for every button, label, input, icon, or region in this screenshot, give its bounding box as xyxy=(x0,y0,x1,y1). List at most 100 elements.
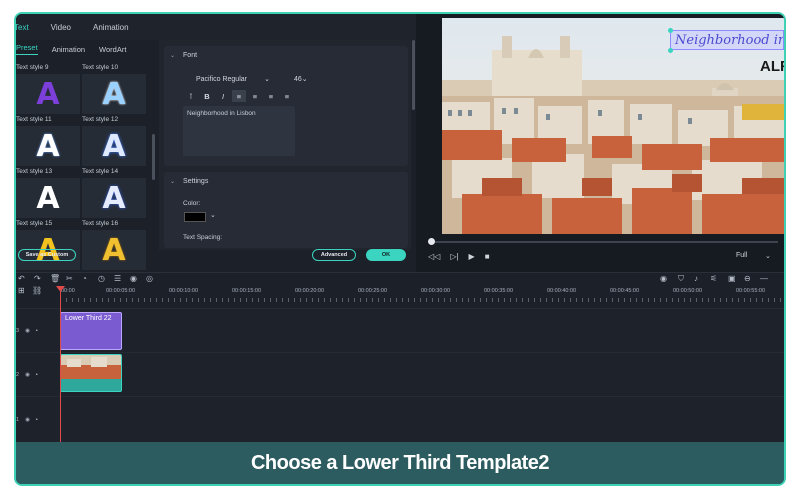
style-glyph: A xyxy=(102,232,126,268)
adjust-icon[interactable]: ☰ xyxy=(114,274,121,283)
eye-icon[interactable]: ◉ xyxy=(25,372,30,378)
align-right-button[interactable]: ≡ xyxy=(264,90,278,102)
tab-video[interactable]: Video xyxy=(51,23,71,32)
style-preview: A xyxy=(16,74,80,114)
subtitle-icon[interactable]: ▣ xyxy=(728,274,736,283)
style-card[interactable]: Text style 15 A xyxy=(16,220,80,270)
style-glyph: A xyxy=(36,76,60,112)
style-label: Text style 14 xyxy=(82,168,119,175)
style-card[interactable]: Text style 13 A xyxy=(16,168,80,218)
rewind-icon[interactable]: ◁◁ xyxy=(428,252,440,261)
track-header: 2 ◉ ▪ xyxy=(16,353,58,396)
color-icon[interactable]: ◉ xyxy=(130,274,137,283)
style-label: Text style 10 xyxy=(82,64,119,71)
track-number: 2 xyxy=(16,371,20,378)
step-back-icon[interactable]: ▷| xyxy=(450,252,458,261)
video-thumbnail xyxy=(61,355,121,379)
playback-controls: ◁◁ ▷| ▶ ■ xyxy=(428,252,500,261)
subtab-wordart[interactable]: WordArt xyxy=(99,45,126,54)
style-label: Text style 9 xyxy=(16,64,49,71)
add-track-icon[interactable]: ⊞ xyxy=(18,286,25,295)
undo-icon[interactable]: ↶ xyxy=(18,274,25,283)
text-case-button[interactable]: ⊺ xyxy=(184,90,198,102)
speed-icon[interactable]: ◔ xyxy=(82,274,87,283)
style-preview: A xyxy=(16,178,80,218)
save-as-custom-button[interactable]: Save as Custom xyxy=(18,249,76,261)
subtab-preset[interactable]: Preset xyxy=(16,43,38,55)
screenshot-frame: Text Video Animation Preset Animation Wo… xyxy=(14,12,786,486)
motion-icon[interactable]: ◎ xyxy=(146,274,153,283)
mic-icon[interactable]: ♪ xyxy=(694,274,698,283)
tab-animation[interactable]: Animation xyxy=(93,23,129,32)
font-size-select[interactable]: 46 ⌄ xyxy=(282,72,312,86)
style-card[interactable]: Text style 10 A xyxy=(82,64,146,114)
italic-button[interactable]: I xyxy=(216,90,230,102)
bold-button[interactable]: B xyxy=(200,90,214,102)
panel-scrollbar[interactable] xyxy=(412,40,415,110)
render-icon[interactable]: ◉ xyxy=(660,274,667,283)
chevron-down-icon: ⌄ xyxy=(170,52,176,59)
settings-section-header[interactable]: ⌄ Settings xyxy=(164,172,408,190)
zoom-select[interactable]: Full xyxy=(736,252,747,259)
redo-icon[interactable]: ↷ xyxy=(34,274,41,283)
mix-icon[interactable]: ⚟ xyxy=(710,274,717,283)
lock-icon[interactable]: ▪ xyxy=(36,328,38,334)
font-row: Pacifico Regular ⌄ 46 ⌄ xyxy=(184,72,312,86)
style-glyph: A xyxy=(102,76,126,112)
tick-label: 00:00:30:00 xyxy=(421,288,451,294)
lock-icon[interactable]: ▪ xyxy=(36,417,38,423)
chevron-down-icon[interactable]: ⌄ xyxy=(210,211,216,219)
track-1[interactable]: 1 ◉ ▪ xyxy=(16,396,784,442)
tab-text[interactable]: Text xyxy=(16,23,29,32)
zoom-out-icon[interactable]: ⊖ xyxy=(744,274,751,283)
style-card[interactable]: Text style 9 A xyxy=(16,64,80,114)
title-clip[interactable]: Lower Third 22 xyxy=(60,312,122,350)
resize-handle[interactable] xyxy=(668,28,673,33)
style-card[interactable]: Text style 14 A xyxy=(82,168,146,218)
progress-knob[interactable] xyxy=(428,238,435,245)
track-number: 3 xyxy=(16,327,20,334)
timer-icon[interactable]: ◷ xyxy=(98,274,105,283)
lock-icon[interactable]: ▪ xyxy=(36,372,38,378)
align-justify-button[interactable]: ≡ xyxy=(280,90,294,102)
style-preview: A xyxy=(82,230,146,270)
chevron-down-icon[interactable]: ⌄ xyxy=(765,252,771,260)
panel-tabs: Text Video Animation xyxy=(16,14,416,40)
track-3[interactable]: 3 ◉ ▪ xyxy=(16,308,784,352)
track-2[interactable]: 2 ◉ ▪ xyxy=(16,352,784,396)
align-left-button[interactable]: ≡ xyxy=(232,90,246,102)
title-overlay[interactable]: Neighborhood in Lisbon xyxy=(670,30,784,50)
advanced-button[interactable]: Advanced xyxy=(312,249,356,261)
align-center-button[interactable]: ≡ xyxy=(248,90,262,102)
style-card[interactable]: Text style 12 A xyxy=(82,116,146,166)
format-toolbar: ⊺ B I ≡ ≡ ≡ ≡ xyxy=(184,90,296,102)
lisbon-cityscape-image xyxy=(442,18,784,234)
stop-icon[interactable]: ■ xyxy=(485,252,490,261)
delete-icon[interactable]: 🗑 xyxy=(50,274,60,283)
sub-tabs: Preset Animation WordArt xyxy=(16,40,166,58)
tick-label: 00:00:55:00 xyxy=(736,288,766,294)
resize-handle[interactable] xyxy=(668,48,673,53)
timeline-ruler[interactable]: ⊞ ⛓ 00:00 00:00:05:00 00:00:10:00 00:00:… xyxy=(16,286,784,304)
play-icon[interactable]: ▶ xyxy=(469,252,475,261)
font-section-header[interactable]: ⌄ Font xyxy=(164,46,408,64)
subtab-animation[interactable]: Animation xyxy=(52,45,85,54)
style-card[interactable]: Text style 11 A xyxy=(16,116,80,166)
video-clip[interactable] xyxy=(60,354,122,392)
track-header: 1 ◉ ▪ xyxy=(16,397,58,442)
eye-icon[interactable]: ◉ xyxy=(25,417,30,423)
style-scrollbar[interactable] xyxy=(152,134,155,180)
text-input[interactable]: Neighborhood in Lisbon xyxy=(183,106,295,156)
link-icon[interactable]: ⛓ xyxy=(32,286,42,295)
eye-icon[interactable]: ◉ xyxy=(25,328,30,334)
font-family-select[interactable]: Pacifico Regular ⌄ xyxy=(184,72,276,86)
color-swatch[interactable] xyxy=(184,212,206,222)
style-preview: A xyxy=(16,126,80,166)
style-card[interactable]: Text style 16 A xyxy=(82,220,146,270)
cut-icon[interactable]: ✂ xyxy=(66,274,73,283)
shield-icon[interactable]: ⛉ xyxy=(678,274,684,284)
zoom-slider[interactable]: — xyxy=(760,274,768,283)
ok-button[interactable]: OK xyxy=(366,249,406,261)
chevron-down-icon: ⌄ xyxy=(301,76,308,83)
preview-progress-bar[interactable] xyxy=(430,241,778,243)
